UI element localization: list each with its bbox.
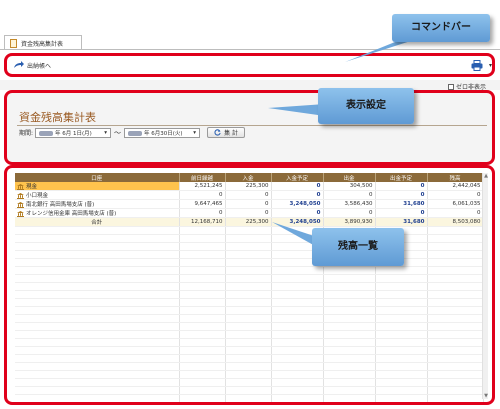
- callout-pointers: [268, 38, 420, 252]
- callout-balance-list: 残高一覧: [312, 228, 404, 266]
- callout-display-settings: 表示設定: [318, 88, 414, 124]
- callout-command-bar: コマンドバー: [392, 14, 490, 42]
